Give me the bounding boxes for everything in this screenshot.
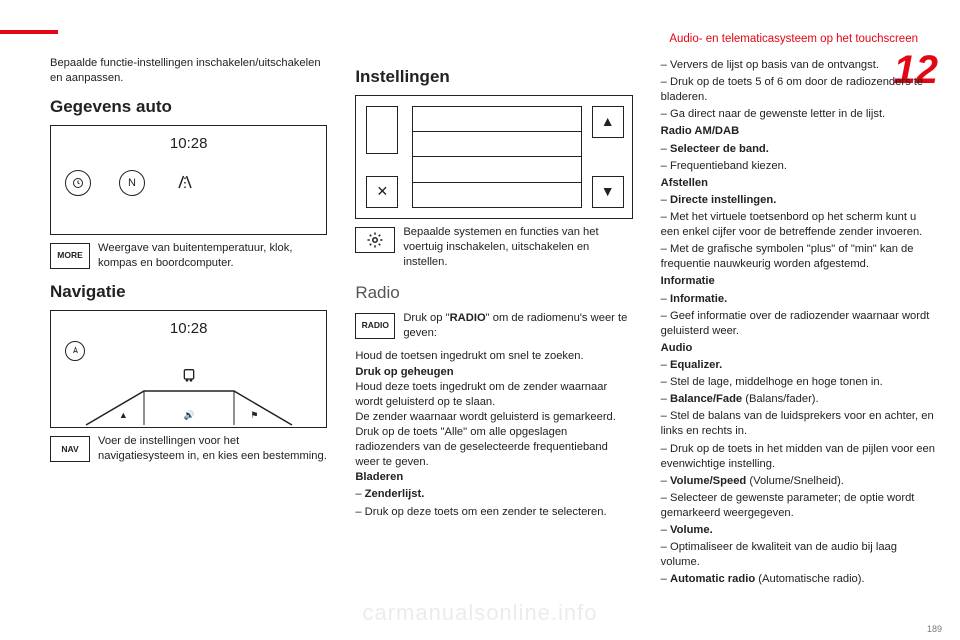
list-item: Volume. (661, 523, 938, 538)
b-informatie: Informatie (661, 274, 938, 289)
list-amdab: Selecteer de band. Frequentieband kiezen… (661, 142, 938, 174)
road-icon (173, 170, 197, 194)
nav-description: Voer de instellingen voor het navigaties… (98, 434, 327, 464)
gear-icon (355, 227, 395, 253)
more-icon: MORE (50, 243, 90, 269)
figure-gegevens-auto: 10:28 N (50, 125, 327, 235)
list-item: Selecteer de band. (661, 142, 938, 157)
list-item: Druk op de toets in het midden van de pi… (661, 442, 938, 472)
p-houd-zender: Houd deze toets ingedrukt om de zender w… (355, 380, 632, 410)
nav-compass-icon (65, 341, 85, 361)
b-druk-geheugen: Druk op geheugen (355, 365, 632, 380)
list-bladeren: Zenderlijst. Druk op deze toets om een z… (355, 487, 632, 519)
p-alle: Druk op de toets "Alle" om alle opgeslag… (355, 425, 632, 470)
clock-icon (65, 170, 91, 196)
close-box: ✕ (366, 176, 398, 208)
nav-clock-time: 10:28 (61, 319, 316, 339)
more-description: Weergave van buitentemperatuur, klok, ko… (98, 241, 327, 271)
settings-left-col: ✕ (366, 106, 402, 208)
list-item: Geef informatie over de radiozender waar… (661, 309, 938, 339)
column-1: Bepaalde functie-instellingen inschakele… (50, 56, 327, 610)
list-item: Balance/Fade (Balans/fader). (661, 392, 938, 407)
heading-navigatie: Navigatie (50, 281, 327, 304)
list-item: Ga direct naar de gewenste letter in de … (661, 107, 938, 122)
list-item: Met het virtuele toetsenbord op het sche… (661, 210, 938, 240)
settings-row (413, 157, 580, 182)
list-item: Selecteer de gewenste parameter; de opti… (661, 491, 938, 521)
nav-block: NAV Voer de instellingen voor het naviga… (50, 434, 327, 464)
list-item: Informatie. (661, 292, 938, 307)
list-item: Met de grafische symbolen "plus" of "min… (661, 242, 938, 272)
radio-desc-block: RADIO Druk op "RADIO" om de radiomenu's … (355, 311, 632, 341)
list-item: Directe instellingen. (661, 193, 938, 208)
down-arrow-box: ▼ (592, 176, 624, 208)
list-item: Druk op de toets 5 of 6 om door de radio… (661, 75, 938, 105)
settings-row (413, 107, 580, 132)
up-arrow-box: ▲ (592, 106, 624, 138)
radio-icon: RADIO (355, 313, 395, 339)
list-audio: Equalizer. Stel de lage, middelhoge en h… (661, 358, 938, 588)
content-columns: Bepaalde functie-instellingen inschakele… (50, 56, 938, 610)
list-informatie: Informatie. Geef informatie over de radi… (661, 292, 938, 339)
list-top: Ververs de lijst op basis van de ontvang… (661, 58, 938, 122)
nav-icon: NAV (50, 436, 90, 462)
clock-time: 10:28 (61, 134, 316, 154)
watermark: carmanualsonline.info (362, 600, 597, 626)
section-header: Audio- en telematicasysteem op het touch… (669, 33, 918, 45)
list-item: Ververs de lijst op basis van de ontvang… (661, 58, 938, 73)
settings-row (413, 183, 580, 207)
blank-box (366, 106, 398, 154)
column-2: Instellingen ✕ ▲ ▼ Bepaalde systemen en … (355, 56, 632, 610)
list-item: Druk op deze toets om een zender te sele… (355, 505, 632, 520)
compass-n-icon: N (119, 170, 145, 196)
nav-sound-icon: 🔊 (183, 409, 194, 421)
settings-list (412, 106, 581, 208)
nav-flag-icon: ⚑ (250, 409, 258, 421)
b-afstellen: Afstellen (661, 176, 938, 191)
figure-instellingen: ✕ ▲ ▼ (355, 95, 632, 219)
settings-row (413, 132, 580, 157)
p-houd-toetsen: Houd de toetsen ingedrukt om snel te zoe… (355, 349, 632, 364)
list-item: Stel de balans van de luidsprekers voor … (661, 409, 938, 439)
b-audio: Audio (661, 341, 938, 356)
radio-description: Druk op "RADIO" om de radiomenu's weer t… (403, 311, 632, 341)
heading-radio: Radio (355, 282, 632, 305)
list-item: Zenderlijst. (355, 487, 632, 502)
page-footer-number: 189 (927, 624, 942, 634)
column-3: Ververs de lijst op basis van de ontvang… (661, 56, 938, 610)
intro-text: Bepaalde functie-instellingen inschakele… (50, 56, 327, 86)
list-item: Equalizer. (661, 358, 938, 373)
heading-instellingen: Instellingen (355, 66, 632, 89)
red-accent-tab (0, 30, 58, 34)
vehicle-icon (181, 367, 197, 383)
list-item: Volume/Speed (Volume/Snelheid). (661, 474, 938, 489)
list-afstellen: Directe instellingen. Met het virtuele t… (661, 193, 938, 273)
figure-navigatie: 10:28 ▲ 🔊 ⚑ (50, 310, 327, 428)
p-zender-markeerd: De zender waarnaar wordt geluisterd is g… (355, 410, 632, 425)
more-block: MORE Weergave van buitentemperatuur, klo… (50, 241, 327, 271)
heading-gegevens-auto: Gegevens auto (50, 96, 327, 119)
settings-description: Bepaalde systemen en functies van het vo… (403, 225, 632, 270)
nav-triangle-icon: ▲ (119, 409, 128, 421)
icon-row: N (65, 170, 197, 196)
list-item: Frequentieband kiezen. (661, 159, 938, 174)
nav-bottom-icons: ▲ 🔊 ⚑ (91, 409, 286, 421)
b-radio-amdab: Radio AM/DAB (661, 124, 938, 139)
list-item: Automatic radio (Automatische radio). (661, 572, 938, 587)
list-item: Stel de lage, middelhoge en hoge tonen i… (661, 375, 938, 390)
settings-desc-block: Bepaalde systemen en functies van het vo… (355, 225, 632, 270)
b-bladeren: Bladeren (355, 470, 632, 485)
settings-right-col: ▲ ▼ (592, 106, 622, 208)
list-item: Optimaliseer de kwaliteit van de audio b… (661, 540, 938, 570)
